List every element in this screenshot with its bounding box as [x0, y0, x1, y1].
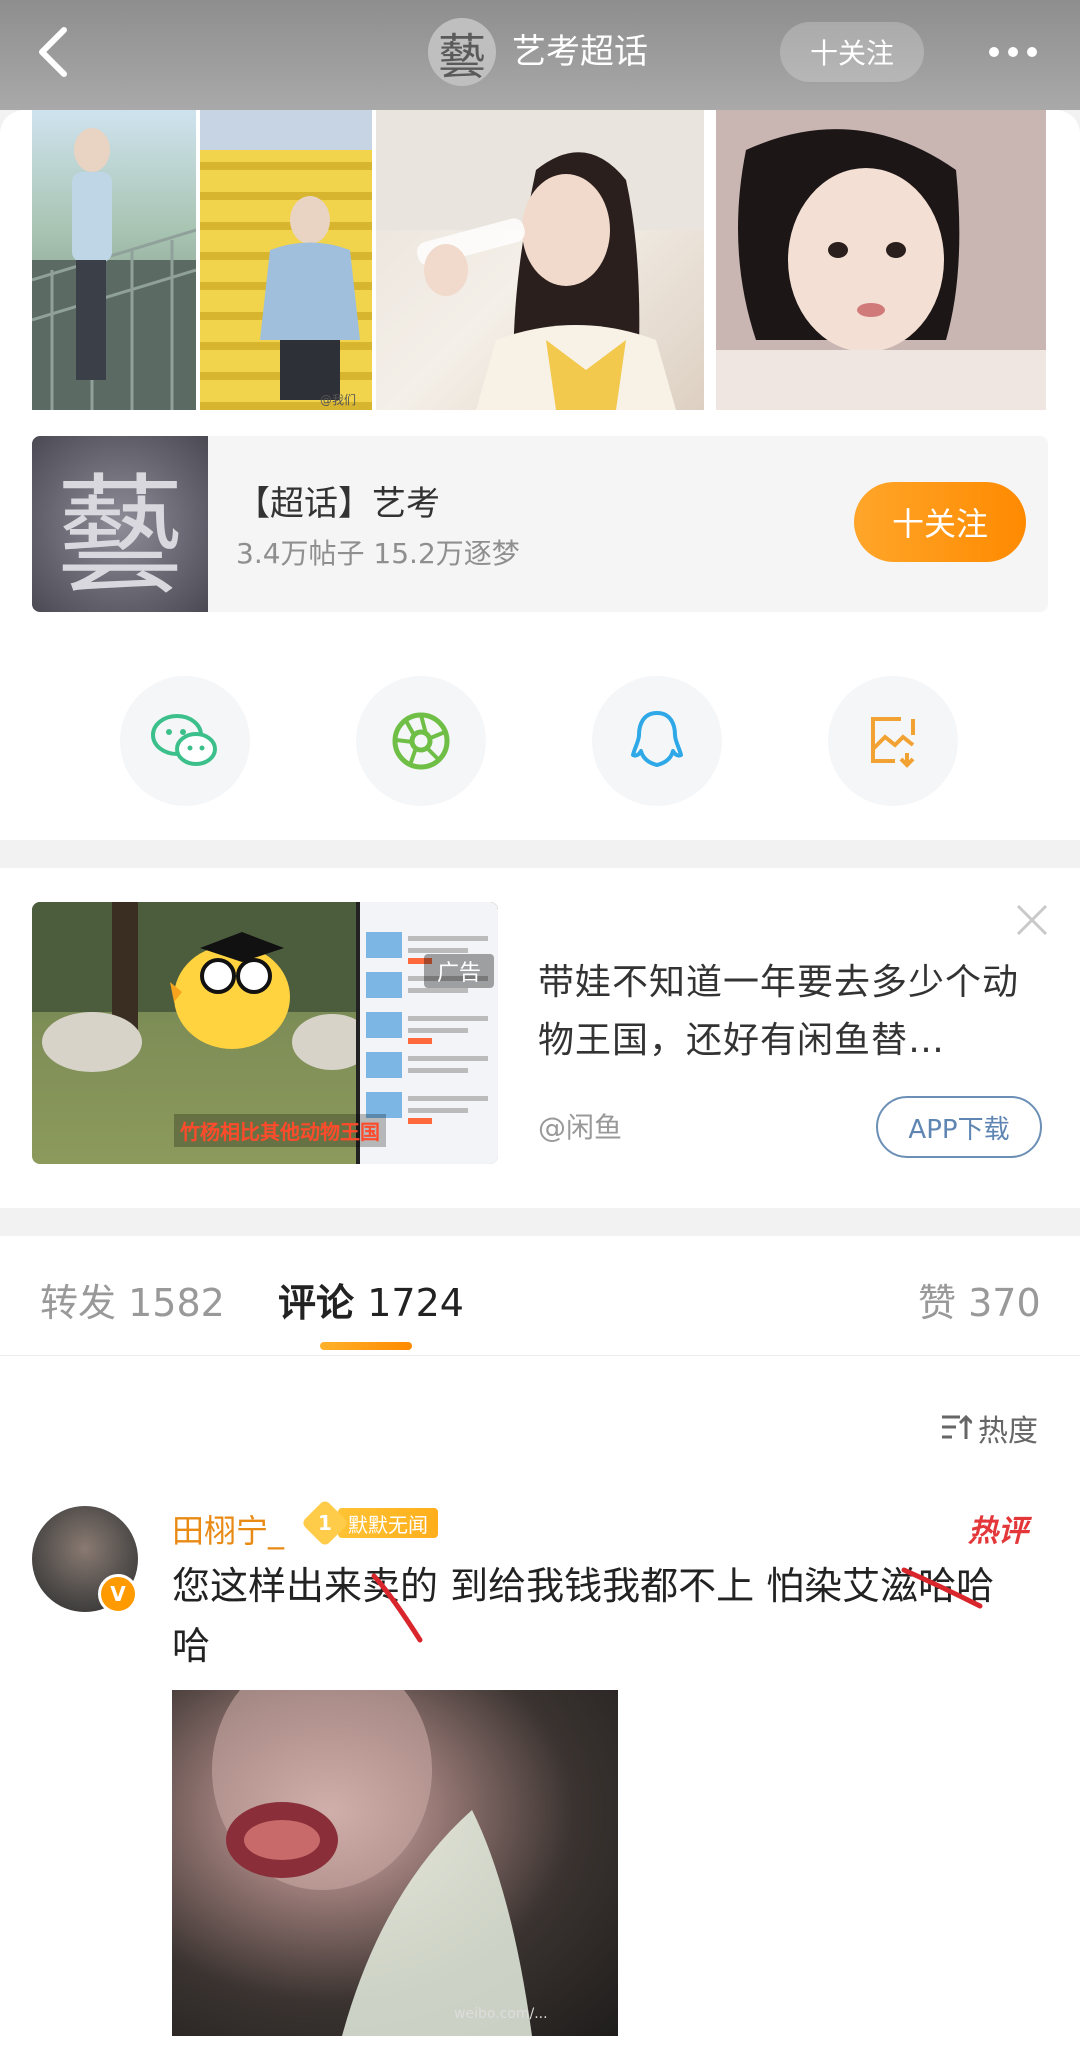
ad-source[interactable]: @闲鱼 [538, 1106, 622, 1146]
close-icon[interactable] [1014, 902, 1050, 938]
screen: { "header": { "logo_char": "藝", "title":… [0, 0, 1080, 2045]
app-download-button[interactable]: APP下载 [876, 1096, 1042, 1158]
header-follow-button[interactable]: 十关注 [780, 22, 924, 82]
photo-watermark: @我们 [320, 392, 356, 407]
photo-thumbnail[interactable]: @我们 [200, 110, 372, 410]
ad-card[interactable]: 广告 竹杨相比其他动物王国 带娃不知道一年要去多少个动物王国，还好有闲鱼替… @… [0, 868, 1080, 1208]
back-arrow-icon[interactable] [26, 22, 86, 82]
interaction-tabs: 转发 1582 评论 1724 赞 370 [0, 1236, 1080, 1356]
image-watermark: weibo.com/... [454, 2006, 548, 2022]
moments-icon[interactable] [356, 676, 486, 806]
tab-count: 370 [968, 1281, 1041, 1325]
tab-label: 评论 [278, 1281, 355, 1325]
page-title: 艺考超话 [512, 32, 648, 72]
ad-text[interactable]: 带娃不知道一年要去多少个动物王国，还好有闲鱼替… [538, 954, 1048, 1070]
ad-image-caption: 竹杨相比其他动物王国 [174, 1114, 386, 1147]
topic-logo: 藝 [32, 436, 208, 612]
share-card: @我们 藝 【超话】艺考 3.4万帖子 15.2万逐梦 十关注 [0, 110, 1080, 840]
photo-thumbnail[interactable] [376, 110, 704, 410]
comment-text[interactable]: 您这样出来卖的 到给我钱我都不上 怕染艾滋哈哈哈 [172, 1556, 1032, 1676]
ad-image[interactable]: 广告 竹杨相比其他动物王国 [32, 902, 498, 1164]
wechat-icon[interactable] [120, 676, 250, 806]
tab-label: 赞 [918, 1281, 957, 1325]
topic-follow-button[interactable]: 十关注 [854, 482, 1026, 562]
ad-label: 广告 [424, 954, 494, 988]
sort-label: 热度 [978, 1414, 1038, 1449]
hot-comment-tag: 热评 [968, 1514, 1028, 1549]
comment-list: 热度 V 田栩宁_ 1 默默无闻 热评 您这样出来卖的 到给我钱我都不上 怕染艾… [0, 1356, 1080, 2045]
photo-thumbnail[interactable] [32, 110, 196, 410]
comment-username[interactable]: 田栩宁_ [172, 1506, 284, 1552]
level-title: 默默无闻 [338, 1508, 438, 1538]
qq-icon[interactable] [592, 676, 722, 806]
topic-name: 【超话】艺考 [236, 484, 440, 524]
sort-toggle[interactable]: 热度 [940, 1406, 1038, 1450]
top-bar: 藝 艺考超话 十关注 [0, 0, 1080, 110]
comment-image[interactable]: weibo.com/... [172, 1690, 618, 2036]
verified-badge: V [98, 1574, 138, 1614]
save-image-icon[interactable] [828, 676, 958, 806]
tab-reposts[interactable]: 转发 1582 [40, 1272, 225, 1327]
topic-card[interactable]: 藝 【超话】艺考 3.4万帖子 15.2万逐梦 十关注 [32, 436, 1048, 612]
tab-count: 1724 [367, 1281, 464, 1325]
topic-avatar[interactable]: 藝 [428, 18, 496, 86]
tab-count: 1582 [128, 1281, 225, 1325]
more-options-icon[interactable] [978, 24, 1048, 80]
fan-level-badge[interactable]: 1 默默无闻 [300, 1498, 438, 1548]
share-options [0, 676, 1080, 806]
sort-icon [942, 1414, 972, 1439]
tab-comments[interactable]: 评论 1724 [278, 1272, 464, 1327]
tab-label: 转发 [40, 1281, 117, 1325]
photo-thumbnail[interactable] [716, 110, 1046, 410]
active-tab-indicator [320, 1342, 412, 1350]
level-icon: 1 [300, 1498, 350, 1548]
topic-stats: 3.4万帖子 15.2万逐梦 [236, 537, 520, 570]
tab-likes[interactable]: 赞 370 [918, 1272, 1041, 1327]
